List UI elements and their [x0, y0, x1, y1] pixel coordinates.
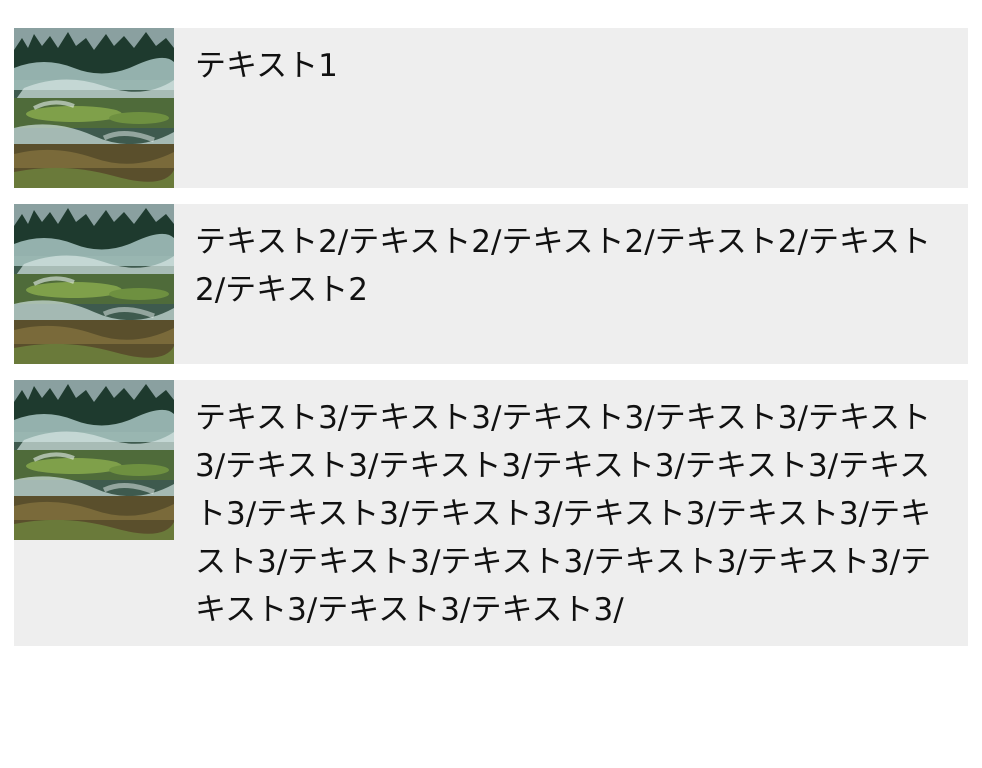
- item-list: テキスト1 テキスト2/テキスト2/テキスト2/テキスト2/テキスト2/テキスト…: [14, 28, 968, 662]
- list-item: テキスト1: [14, 28, 968, 188]
- item-text: テキスト2/テキスト2/テキスト2/テキスト2/テキスト2/テキスト2: [195, 224, 932, 308]
- item-text: テキスト1: [195, 48, 338, 84]
- item-text: テキスト3/テキスト3/テキスト3/テキスト3/テキスト3/テキスト3/テキスト…: [195, 400, 932, 628]
- list-item: テキスト3/テキスト3/テキスト3/テキスト3/テキスト3/テキスト3/テキスト…: [14, 380, 968, 646]
- landscape-thumbnail-image: [14, 28, 174, 188]
- landscape-thumbnail-image: [14, 204, 174, 364]
- list-item: テキスト2/テキスト2/テキスト2/テキスト2/テキスト2/テキスト2: [14, 204, 968, 364]
- landscape-thumbnail-image: [14, 380, 174, 540]
